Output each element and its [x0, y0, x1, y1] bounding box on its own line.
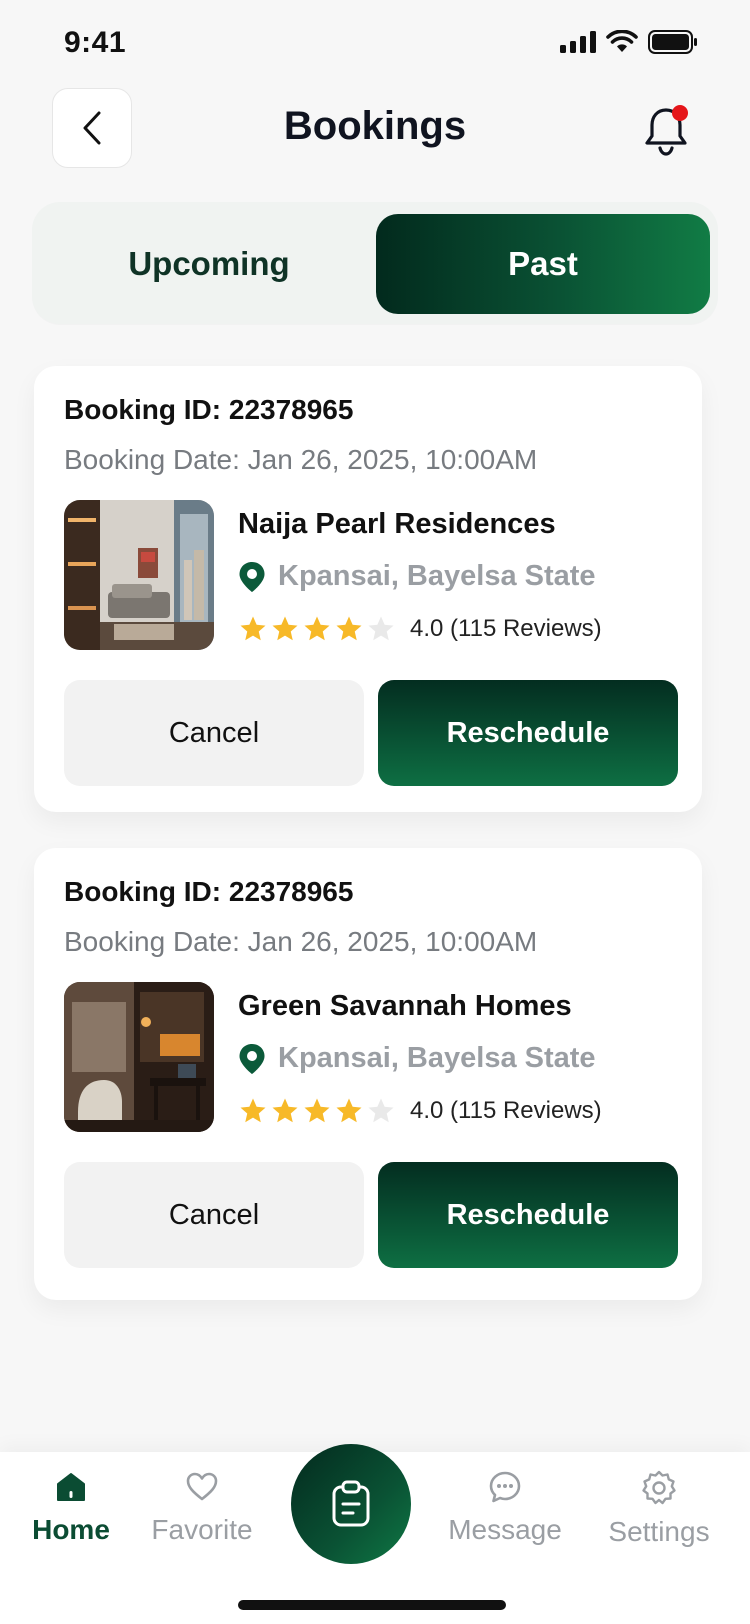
message-icon — [489, 1471, 521, 1503]
notification-dot — [672, 105, 688, 121]
nav-favorite-label: Favorite — [151, 1514, 253, 1545]
home-indicator — [238, 1600, 506, 1610]
nav-message-label: Message — [448, 1514, 562, 1545]
star-icon — [272, 1098, 298, 1123]
property-location: Kpansai, Bayelsa State — [238, 1042, 596, 1075]
reschedule-button[interactable]: Reschedule — [378, 1162, 678, 1268]
nav-settings[interactable]: Settings — [598, 1470, 720, 1548]
signal-icon — [560, 31, 596, 53]
booking-date: Booking Date: Jan 26, 2025, 10:00AM — [64, 444, 538, 475]
page-title: Bookings — [283, 104, 467, 148]
star-empty-icon — [368, 1098, 394, 1123]
property-image[interactable] — [64, 500, 214, 650]
cancel-button[interactable]: Cancel — [64, 1162, 364, 1268]
nav-favorite[interactable]: Favorite — [144, 1470, 260, 1546]
bookings-fab[interactable] — [291, 1444, 411, 1564]
rating: 4.0 (115 Reviews) — [238, 614, 602, 644]
property-name: Naija Pearl Residences — [238, 508, 556, 540]
booking-card: Booking ID: 22378965 Booking Date: Jan 2… — [34, 848, 702, 1300]
header: Bookings — [0, 88, 750, 168]
status-time: 9:41 — [64, 26, 127, 59]
map-pin-icon — [239, 561, 265, 592]
map-pin-icon — [239, 1043, 265, 1074]
star-empty-icon — [368, 616, 394, 641]
star-icon — [336, 616, 362, 641]
property-location: Kpansai, Bayelsa State — [238, 560, 596, 593]
notification-button[interactable] — [642, 102, 694, 158]
bell-icon — [645, 105, 688, 156]
status-icons — [560, 30, 698, 54]
booking-date: Booking Date: Jan 26, 2025, 10:00AM — [64, 926, 538, 957]
star-icon — [240, 616, 266, 641]
booking-id: Booking ID: 22378965 — [64, 394, 354, 425]
reschedule-button[interactable]: Reschedule — [378, 680, 678, 786]
star-icon — [272, 616, 298, 641]
nav-home[interactable]: Home — [28, 1470, 114, 1546]
settings-icon — [642, 1470, 676, 1505]
star-icon — [240, 1098, 266, 1123]
status-bar: 9:41 — [0, 0, 750, 90]
rating-stars — [238, 614, 396, 644]
heart-icon — [186, 1472, 218, 1501]
star-icon — [304, 1098, 330, 1123]
tab-upcoming[interactable]: Upcoming — [42, 214, 376, 314]
rating: 4.0 (115 Reviews) — [238, 1096, 602, 1126]
rating-stars — [238, 1096, 396, 1126]
clipboard-icon — [332, 1480, 370, 1527]
location-text: Kpansai, Bayelsa State — [278, 560, 596, 592]
property-image[interactable] — [64, 982, 214, 1132]
nav-settings-label: Settings — [608, 1516, 710, 1547]
wifi-icon — [606, 30, 638, 52]
booking-tabs: Upcoming Past — [32, 202, 718, 324]
cancel-button[interactable]: Cancel — [64, 680, 364, 786]
booking-card: Booking ID: 22378965 Booking Date: Jan 2… — [34, 366, 702, 812]
tab-past[interactable]: Past — [376, 214, 710, 314]
home-icon — [57, 1473, 85, 1501]
star-icon — [304, 616, 330, 641]
rating-text: 4.0 (115 Reviews) — [410, 615, 602, 642]
nav-home-label: Home — [32, 1514, 110, 1545]
bottom-nav: Home Favorite Message Settings — [0, 1444, 750, 1624]
property-name: Green Savannah Homes — [238, 990, 572, 1022]
booking-id: Booking ID: 22378965 — [64, 876, 354, 907]
rating-text: 4.0 (115 Reviews) — [410, 1097, 602, 1124]
nav-message[interactable]: Message — [444, 1470, 566, 1546]
location-text: Kpansai, Bayelsa State — [278, 1042, 596, 1074]
battery-icon — [648, 30, 697, 54]
star-icon — [336, 1098, 362, 1123]
